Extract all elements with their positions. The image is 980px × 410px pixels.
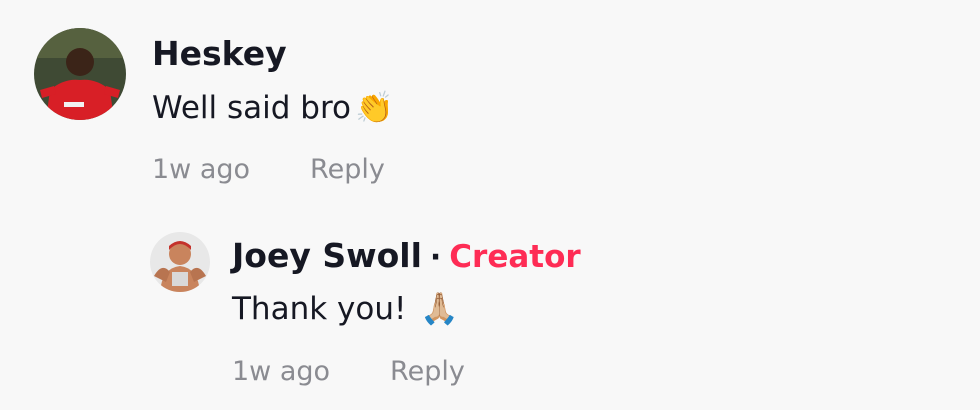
comment-text-body: Well said bro (152, 90, 351, 126)
avatar[interactable] (34, 28, 126, 120)
reply-meta: 1w ago Reply (232, 356, 465, 387)
comment-timestamp: 1w ago (152, 154, 251, 185)
reply-username[interactable]: Joey Swoll (232, 236, 422, 275)
separator-dot: · (429, 240, 442, 275)
comment-text: Well said bro 👏 (152, 89, 394, 126)
comment-meta: 1w ago Reply (152, 154, 385, 185)
user-avatar-icon (150, 232, 210, 292)
folded-hands-emoji: 🙏🏼 (420, 291, 459, 327)
comment-username[interactable]: Heskey (152, 34, 287, 73)
clapping-hands-emoji: 👏 (355, 90, 394, 126)
reply-text-body: Thank you! (232, 291, 417, 327)
user-avatar-icon (34, 28, 126, 120)
reply-button[interactable]: Reply (390, 356, 465, 387)
reply-button[interactable]: Reply (310, 154, 385, 185)
reply-header: Joey Swoll · Creator (232, 236, 581, 275)
comments-panel: Heskey Well said bro 👏 1w ago Reply Joey S… (0, 0, 980, 410)
reply-timestamp: 1w ago (232, 356, 331, 387)
creator-badge: Creator (449, 239, 581, 275)
avatar[interactable] (150, 232, 210, 292)
reply-text: Thank you! 🙏🏼 (232, 290, 459, 327)
